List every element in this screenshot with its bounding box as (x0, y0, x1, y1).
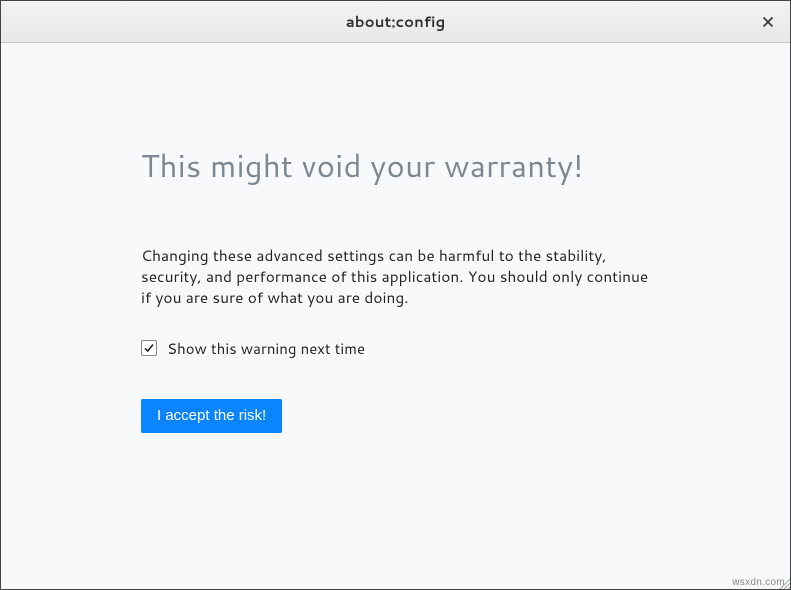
titlebar: about:config (1, 1, 790, 43)
accept-risk-button[interactable]: I accept the risk! (141, 399, 282, 433)
checkbox-label: Show this warning next time (167, 338, 365, 359)
window-frame: about:config This might void your warran… (0, 0, 791, 590)
close-icon (762, 16, 774, 28)
checkbox-row: Show this warning next time (141, 338, 650, 359)
close-button[interactable] (758, 12, 778, 32)
warning-body: Changing these advanced settings can be … (141, 245, 650, 308)
resize-grip-icon (777, 576, 791, 590)
check-icon (143, 342, 155, 354)
window-title: about:config (346, 11, 446, 32)
show-warning-checkbox[interactable] (141, 340, 157, 356)
content-area: This might void your warranty! Changing … (1, 43, 790, 589)
warning-heading: This might void your warranty! (141, 143, 650, 187)
